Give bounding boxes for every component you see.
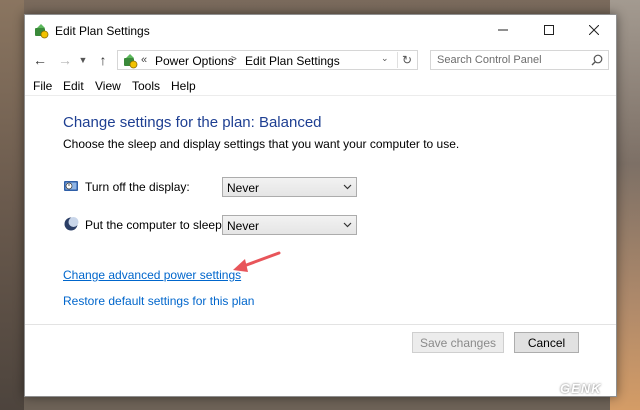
breadcrumb-chevron-icon[interactable]: >	[231, 54, 237, 65]
save-changes-button[interactable]: Save changes	[412, 332, 504, 353]
minimize-icon	[498, 29, 508, 31]
breadcrumb-overflow-icon[interactable]: «	[141, 54, 147, 66]
search-input[interactable]	[431, 51, 593, 69]
navigation-bar: ← → ▼ ↑ « Power Options > Edit Plan Sett…	[25, 46, 616, 74]
plan-settings-content: Change settings for the plan: Balanced C…	[25, 96, 616, 325]
sleep-label: Put the computer to sleep:	[85, 218, 226, 232]
cancel-button[interactable]: Cancel	[514, 332, 579, 353]
menu-file[interactable]: File	[33, 79, 52, 93]
sleep-moon-icon	[64, 217, 79, 231]
turn-off-display-select[interactable]: Never	[222, 177, 357, 197]
close-icon	[589, 25, 599, 35]
maximize-icon	[544, 25, 554, 35]
menu-help[interactable]: Help	[171, 79, 196, 93]
sleep-value: Never	[227, 219, 260, 233]
window-title: Edit Plan Settings	[55, 24, 150, 38]
power-options-icon	[124, 54, 138, 69]
menu-tools[interactable]: Tools	[132, 79, 160, 93]
page-subtitle: Choose the sleep and display settings th…	[63, 137, 460, 151]
search-icon[interactable]	[591, 54, 603, 66]
menu-view[interactable]: View	[95, 79, 121, 93]
menu-edit[interactable]: Edit	[63, 79, 84, 93]
change-advanced-power-settings-link[interactable]: Change advanced power settings	[63, 268, 241, 282]
close-button[interactable]	[571, 15, 617, 45]
display-timer-icon	[64, 181, 78, 191]
address-bar[interactable]: « Power Options > Edit Plan Settings ⌄ ↻	[117, 50, 418, 70]
chevron-down-icon	[343, 222, 352, 228]
annotation-arrow-icon	[233, 251, 281, 272]
minimize-button[interactable]	[480, 15, 526, 45]
breadcrumb-edit-plan-settings[interactable]: Edit Plan Settings	[245, 54, 340, 68]
refresh-icon[interactable]: ↻	[397, 52, 416, 68]
menu-bar: File Edit View Tools Help	[25, 75, 616, 96]
turn-off-display-value: Never	[227, 181, 260, 195]
breadcrumb-power-options[interactable]: Power Options	[155, 54, 234, 68]
restore-default-settings-link[interactable]: Restore default settings for this plan	[63, 294, 254, 308]
edit-plan-settings-window: Edit Plan Settings ← → ▼ ↑ « Power Optio…	[24, 14, 617, 397]
up-arrow-icon[interactable]: ↑	[94, 51, 112, 69]
forward-arrow-icon[interactable]: →	[56, 51, 74, 69]
search-box[interactable]	[430, 50, 609, 70]
desktop-background-left	[0, 0, 24, 410]
chevron-down-icon	[343, 184, 352, 190]
maximize-button[interactable]	[526, 15, 572, 45]
page-title: Change settings for the plan: Balanced	[63, 114, 322, 131]
recent-locations-chevron-icon[interactable]: ▼	[77, 51, 89, 69]
power-options-icon	[35, 24, 49, 39]
sleep-select[interactable]: Never	[222, 215, 357, 235]
genk-watermark: GENK	[560, 381, 602, 396]
address-dropdown-icon[interactable]: ⌄	[381, 53, 389, 64]
dialog-footer: Save changes Cancel	[25, 324, 616, 398]
turn-off-display-label: Turn off the display:	[85, 180, 190, 194]
title-bar[interactable]: Edit Plan Settings	[25, 15, 616, 47]
back-arrow-icon[interactable]: ←	[31, 51, 49, 69]
